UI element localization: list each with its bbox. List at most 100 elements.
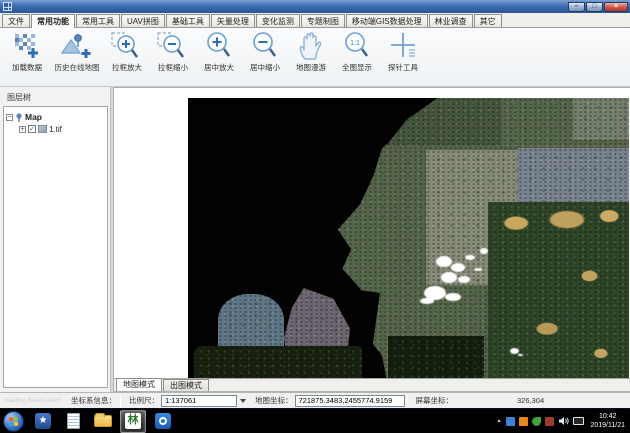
- svg-text:1:1: 1:1: [350, 40, 360, 47]
- box-zoom-in-icon: [109, 31, 145, 61]
- close-button[interactable]: ×: [604, 2, 628, 12]
- tray-grid-app-icon[interactable]: [519, 417, 528, 426]
- system-tray: ▲ 10:42 2019/11/21: [497, 412, 630, 430]
- probe-tool-icon: [385, 31, 421, 61]
- main-area: 图层树 − Map + ✓ 1.tif: [0, 87, 630, 392]
- cloud: [436, 256, 452, 267]
- star-app-icon: ★: [35, 413, 51, 429]
- windows-taskbar: ★ 林 ▲ 10:42 2019/11/21: [0, 408, 630, 433]
- map-canvas[interactable]: [114, 88, 630, 378]
- imagery-patch: [194, 346, 362, 378]
- app-logo-icon: [3, 2, 12, 11]
- maximize-button[interactable]: □: [586, 2, 603, 12]
- taskbar-explorer-app[interactable]: [90, 410, 116, 433]
- collapse-icon[interactable]: −: [6, 114, 13, 121]
- tool-label: 历史在线地图: [55, 62, 100, 73]
- tree-node-map[interactable]: − Map: [6, 111, 105, 123]
- center-zoom-in-icon: [201, 31, 237, 61]
- tab-change-monitoring[interactable]: 变化监测: [256, 14, 300, 27]
- windows-flag-icon: [9, 416, 18, 425]
- tab-uav-mosaic[interactable]: UAV拼图: [121, 14, 165, 27]
- imagery-patch: [573, 98, 629, 140]
- layer-visibility-checkbox[interactable]: ✓: [28, 125, 36, 133]
- start-button[interactable]: [3, 411, 24, 432]
- screen-coord-value: 326,304: [517, 396, 544, 405]
- expand-icon[interactable]: +: [19, 126, 26, 133]
- imagery-patch: [388, 336, 484, 378]
- menu-tab-bar: 文件 常用功能 常用工具 UAV拼图 基础工具 矢量处理 变化监测 专题制图 移…: [0, 13, 630, 28]
- minimize-button[interactable]: –: [568, 2, 585, 12]
- layer-panel: 图层树 − Map + ✓ 1.tif: [0, 87, 110, 392]
- clock-time: 10:42: [590, 412, 625, 421]
- load-data-button[interactable]: 加载数据: [4, 30, 50, 84]
- box-zoom-in-button[interactable]: 拉框放大: [104, 30, 150, 84]
- pan-hand-icon: [293, 31, 329, 61]
- map-pan-button[interactable]: 地图漫游: [288, 30, 334, 84]
- layer-tree: − Map + ✓ 1.tif: [3, 106, 108, 388]
- probe-tool-button[interactable]: 探针工具: [380, 30, 426, 84]
- tab-file[interactable]: 文件: [2, 14, 30, 27]
- taskbar-clock[interactable]: 10:42 2019/11/21: [590, 412, 625, 430]
- layer-panel-title: 图层树: [0, 87, 110, 106]
- tab-other[interactable]: 其它: [474, 14, 502, 27]
- tab-map-mode[interactable]: 地图模式: [116, 378, 162, 391]
- tool-label: 地图漫游: [296, 62, 326, 73]
- tray-expand-icon[interactable]: ▲: [497, 418, 502, 424]
- tool-label: 全图显示: [342, 62, 372, 73]
- title-bar: – □ ×: [0, 0, 630, 13]
- load-data-icon: [9, 31, 45, 61]
- scale-label: 比例尺：: [129, 395, 159, 406]
- tab-mobile-gis-data[interactable]: 移动端GIS数据处理: [346, 14, 428, 27]
- tree-node-label: Map: [25, 112, 42, 122]
- crs-label: 坐标系信息：: [71, 395, 116, 406]
- cloud: [424, 286, 446, 300]
- imagery-patch: [518, 148, 629, 206]
- history-online-map-button[interactable]: 历史在线地图: [50, 30, 104, 84]
- taskbar-star-app[interactable]: ★: [30, 410, 56, 433]
- scale-dropdown-arrow-icon[interactable]: [240, 399, 246, 403]
- tab-forestry-survey[interactable]: 林业调查: [429, 14, 473, 27]
- taskbar-recorder-app[interactable]: [150, 410, 176, 433]
- full-extent-button[interactable]: 1:1 全图显示: [334, 30, 380, 84]
- box-zoom-out-icon: [155, 31, 191, 61]
- tray-messenger-icon[interactable]: [506, 417, 515, 426]
- loading-status-text: loading BaseLayer1: [5, 397, 61, 404]
- tab-common-tools[interactable]: 常用工具: [76, 14, 120, 27]
- tab-common-functions[interactable]: 常用功能: [31, 14, 75, 28]
- display-settings-icon[interactable]: [573, 417, 584, 425]
- tool-label: 居中放大: [204, 62, 234, 73]
- tree-node-layer[interactable]: + ✓ 1.tif: [19, 123, 105, 135]
- forestry-app-icon: 林: [125, 413, 141, 429]
- tab-thematic-mapping[interactable]: 专题制图: [301, 14, 345, 27]
- tray-security-icon[interactable]: [545, 417, 554, 426]
- cloud: [510, 348, 519, 354]
- map-coord-input[interactable]: [295, 395, 405, 407]
- tool-label: 拉框放大: [112, 62, 142, 73]
- tool-label: 加载数据: [12, 62, 42, 73]
- speaker-icon[interactable]: [558, 416, 569, 426]
- tray-green-app-icon[interactable]: [532, 417, 541, 426]
- app-window: – □ × 文件 常用功能 常用工具 UAV拼图 基础工具 矢量处理 变化监测 …: [0, 0, 630, 433]
- toolbar: 加载数据 历史在线地图 拉框放大: [0, 28, 630, 87]
- taskbar-forestry-app[interactable]: 林: [120, 410, 146, 433]
- notepad-icon: [67, 413, 80, 429]
- satellite-imagery: [188, 98, 629, 378]
- taskbar-notepad-app[interactable]: [60, 410, 86, 433]
- folder-icon: [94, 415, 112, 427]
- tool-label: 居中缩小: [250, 62, 280, 73]
- tab-vector-processing[interactable]: 矢量处理: [211, 14, 255, 27]
- recorder-app-icon: [155, 413, 171, 429]
- scale-input[interactable]: [161, 395, 237, 407]
- box-zoom-out-button[interactable]: 拉框缩小: [150, 30, 196, 84]
- tab-basic-tools[interactable]: 基础工具: [166, 14, 210, 27]
- pin-icon: [15, 113, 23, 122]
- center-zoom-out-button[interactable]: 居中缩小: [242, 30, 288, 84]
- cloud: [480, 248, 488, 254]
- center-zoom-out-icon: [247, 31, 283, 61]
- center-zoom-in-button[interactable]: 居中放大: [196, 30, 242, 84]
- imagery-patch: [386, 98, 501, 146]
- separator: [407, 395, 408, 407]
- map-mode-tabs: 地图模式 出图模式: [114, 378, 630, 391]
- tab-layout-mode[interactable]: 出图模式: [163, 379, 209, 391]
- history-online-map-icon: [59, 31, 95, 61]
